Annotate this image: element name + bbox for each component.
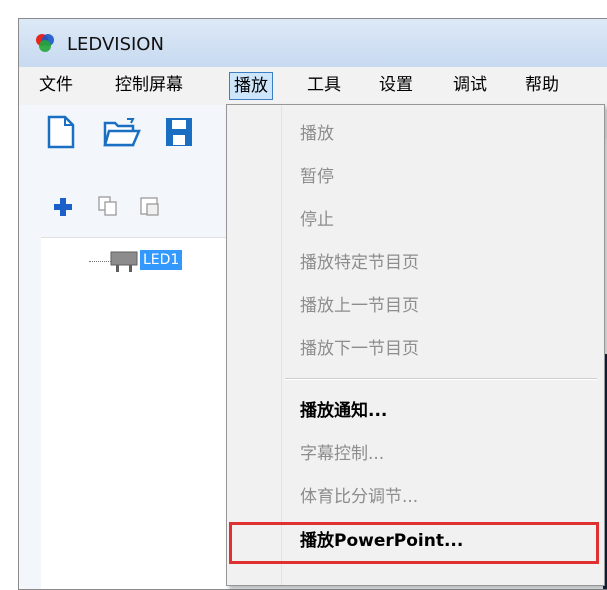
- menu-item-label: 字幕控制...: [300, 444, 385, 464]
- menu-item-label: 停止: [300, 210, 334, 230]
- menu-item-label: 播放: [300, 124, 334, 144]
- screen-toolbar: [19, 167, 229, 237]
- title-bar: LEDVISION: [19, 19, 607, 67]
- menu-item-sports-score[interactable]: 体育比分调节...: [227, 476, 604, 518]
- menu-item-label: 暂停: [300, 167, 334, 187]
- menu-tools[interactable]: 工具: [303, 73, 345, 97]
- menu-control-screen[interactable]: 控制屏幕: [111, 73, 187, 97]
- app-logo-icon: [36, 34, 54, 52]
- play-menu-dropdown: 播放 暂停 停止 播放特定节目页 播放上一节目页 播放下一节目页 播放通知...…: [226, 104, 605, 586]
- paste-icon[interactable]: [139, 195, 161, 217]
- menu-item-pause[interactable]: 暂停: [227, 156, 604, 198]
- menu-item-play-specific-page[interactable]: 播放特定节目页: [227, 242, 604, 284]
- menu-item-subtitle-control[interactable]: 字幕控制...: [227, 433, 604, 475]
- led-screen-icon: [110, 251, 138, 272]
- menu-item-play-notice[interactable]: 播放通知...: [227, 390, 604, 432]
- window-title: LEDVISION: [67, 34, 164, 55]
- menu-item-stop[interactable]: 停止: [227, 199, 604, 241]
- menu-separator: [285, 378, 597, 380]
- menu-play[interactable]: 播放: [229, 72, 273, 100]
- menu-help[interactable]: 帮助: [521, 73, 563, 97]
- menu-item-label: 播放上一节目页: [300, 296, 419, 316]
- menu-item-play-next-page[interactable]: 播放下一节目页: [227, 328, 604, 370]
- copy-icon[interactable]: [97, 195, 119, 217]
- menu-item-label: 体育比分调节...: [300, 487, 419, 507]
- open-folder-icon[interactable]: [103, 117, 141, 149]
- menu-item-label: 播放特定节目页: [300, 253, 419, 273]
- menu-item-label: 播放通知...: [300, 401, 388, 421]
- menu-file[interactable]: 文件: [35, 73, 77, 97]
- menu-item-play-previous-page[interactable]: 播放上一节目页: [227, 285, 604, 327]
- new-file-icon[interactable]: [47, 115, 75, 149]
- menu-settings[interactable]: 设置: [375, 73, 417, 97]
- screen-tree: LED1: [41, 237, 229, 589]
- highlight-box: [229, 522, 599, 564]
- menu-bar: 文件 控制屏幕 播放 工具 设置 调试 帮助: [19, 67, 607, 106]
- menu-item-label: 播放下一节目页: [300, 339, 419, 359]
- tree-item-led1[interactable]: LED1: [140, 250, 183, 270]
- menu-item-play[interactable]: 播放: [227, 113, 604, 155]
- save-icon[interactable]: [165, 117, 193, 147]
- menu-debug[interactable]: 调试: [449, 73, 491, 97]
- add-icon[interactable]: [53, 197, 73, 217]
- tree-connector: [89, 261, 111, 262]
